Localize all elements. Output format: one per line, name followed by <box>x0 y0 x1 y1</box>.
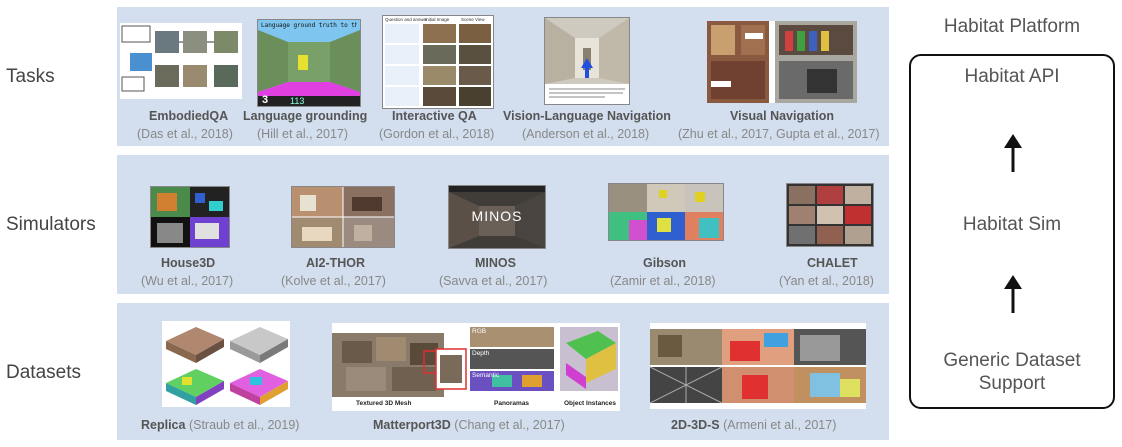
task-cite-vln: (Anderson et al., 2018) <box>522 127 650 141</box>
generic-dataset-label-line1: Generic Dataset <box>943 350 1081 371</box>
language-grounding-thumbnail: Language ground truth to the green objec… <box>257 19 361 107</box>
sim-title-ai2thor: AI2-THOR <box>306 256 366 270</box>
house3d-thumbnail <box>150 186 230 248</box>
dataset-title-matterport3d: Matterport3D <box>373 418 451 432</box>
replica-thumbnail <box>162 321 290 407</box>
chalet-thumbnail <box>786 183 874 247</box>
mp3d-label-instances: Object Instances <box>564 400 617 407</box>
arrow-up-icon <box>1004 134 1022 172</box>
mp3d-label-rgb: RGB <box>472 328 487 335</box>
sim-cite-ai2thor: (Kolve et al., 2017) <box>281 274 386 288</box>
minos-thumbnail: MINOS <box>448 185 546 249</box>
mp3d-label-mesh: Textured 3D Mesh <box>356 400 412 407</box>
habitat-sim-label: Habitat Sim <box>962 214 1062 235</box>
sim-title-minos: MINOS <box>475 256 516 270</box>
iqa-header-2: Initial Image <box>425 17 450 22</box>
language-grounding-score-right: 113 <box>290 96 305 106</box>
datasets-panel: Replica (Straub et al., 2019) Textured 3… <box>117 303 889 440</box>
2d3ds-thumbnail <box>650 323 866 409</box>
mp3d-label-panoramas: Panoramas <box>494 400 530 407</box>
row-label-tasks: Tasks <box>6 66 55 87</box>
iqa-header-1: Question and answer <box>385 17 428 22</box>
platform-title: Habitat Platform <box>943 16 1081 37</box>
row-label-datasets: Datasets <box>6 362 81 383</box>
sim-cite-chalet: (Yan et al., 2018) <box>779 274 874 288</box>
matterport3d-thumbnail: Textured 3D Mesh Panoramas Object Instan… <box>332 323 620 411</box>
sim-title-house3d: House3D <box>161 256 216 270</box>
iqa-header-3: Scene View <box>461 17 485 22</box>
task-title-vln: Vision-Language Navigation <box>503 109 671 123</box>
dataset-cite-matterport3d: (Chang et al., 2017) <box>454 418 565 432</box>
arrow-up-icon <box>1004 275 1022 313</box>
sim-cite-gibson: (Zamir et al., 2018) <box>610 274 716 288</box>
dataset-cite-replica: (Straub et al., 2019) <box>188 418 300 432</box>
row-label-simulators: Simulators <box>6 214 96 235</box>
gibson-thumbnail <box>608 183 724 241</box>
dataset-caption-replica: Replica (Straub et al., 2019) <box>141 418 299 432</box>
mp3d-label-depth: Depth <box>472 350 490 357</box>
minos-overlay-text: MINOS <box>471 208 523 224</box>
dataset-caption-2d3ds: 2D-3D-S (Armeni et al., 2017) <box>671 418 836 432</box>
task-title-embodiedqa: EmbodiedQA <box>149 109 229 123</box>
sim-cite-minos: (Savva et al., 2017) <box>439 274 548 288</box>
dataset-cite-2d3ds: (Armeni et al., 2017) <box>723 418 837 432</box>
habitat-api-label: Habitat API <box>964 66 1060 87</box>
interactive-qa-thumbnail: Question and answer Initial Image Scene … <box>382 15 494 109</box>
language-grounding-score-left: 3 <box>262 94 269 106</box>
task-cite-interactive-qa: (Gordon et al., 2018) <box>379 127 495 141</box>
sim-title-chalet: CHALET <box>807 256 858 270</box>
task-title-interactive-qa: Interactive QA <box>392 109 477 123</box>
platform-stack-box: Habitat API Habitat Sim Generic Dataset … <box>909 54 1115 409</box>
task-cite-language-grounding: (Hill et al., 2017) <box>257 127 349 141</box>
simulators-panel: House3D (Wu et al., 2017) AI2-THOR (Kolv… <box>117 155 889 294</box>
ai2thor-thumbnail <box>291 186 395 248</box>
dataset-caption-matterport3d: Matterport3D (Chang et al., 2017) <box>373 418 565 432</box>
vln-thumbnail <box>544 17 630 105</box>
visual-navigation-thumbnail <box>707 21 857 103</box>
task-cite-visual-navigation: (Zhu et al., 2017, Gupta et al., 2017) <box>678 127 880 141</box>
sim-title-gibson: Gibson <box>643 256 687 270</box>
task-title-language-grounding: Language grounding <box>243 109 368 123</box>
dataset-title-2d3ds: 2D-3D-S <box>671 418 720 432</box>
mp3d-label-semantic: Semantic <box>472 372 500 379</box>
language-grounding-instruction: Language ground truth to the green objec… <box>261 22 357 29</box>
tasks-panel: EmbodiedQA (Das et al., 2018) Language g… <box>117 7 889 146</box>
task-cite-embodiedqa: (Das et al., 2018) <box>137 127 233 141</box>
task-title-visual-navigation: Visual Navigation <box>730 109 834 123</box>
sim-cite-house3d: (Wu et al., 2017) <box>141 274 234 288</box>
generic-dataset-label-line2: Support <box>978 373 1046 394</box>
embodiedqa-thumbnail <box>120 23 242 99</box>
dataset-title-replica: Replica <box>141 418 186 432</box>
